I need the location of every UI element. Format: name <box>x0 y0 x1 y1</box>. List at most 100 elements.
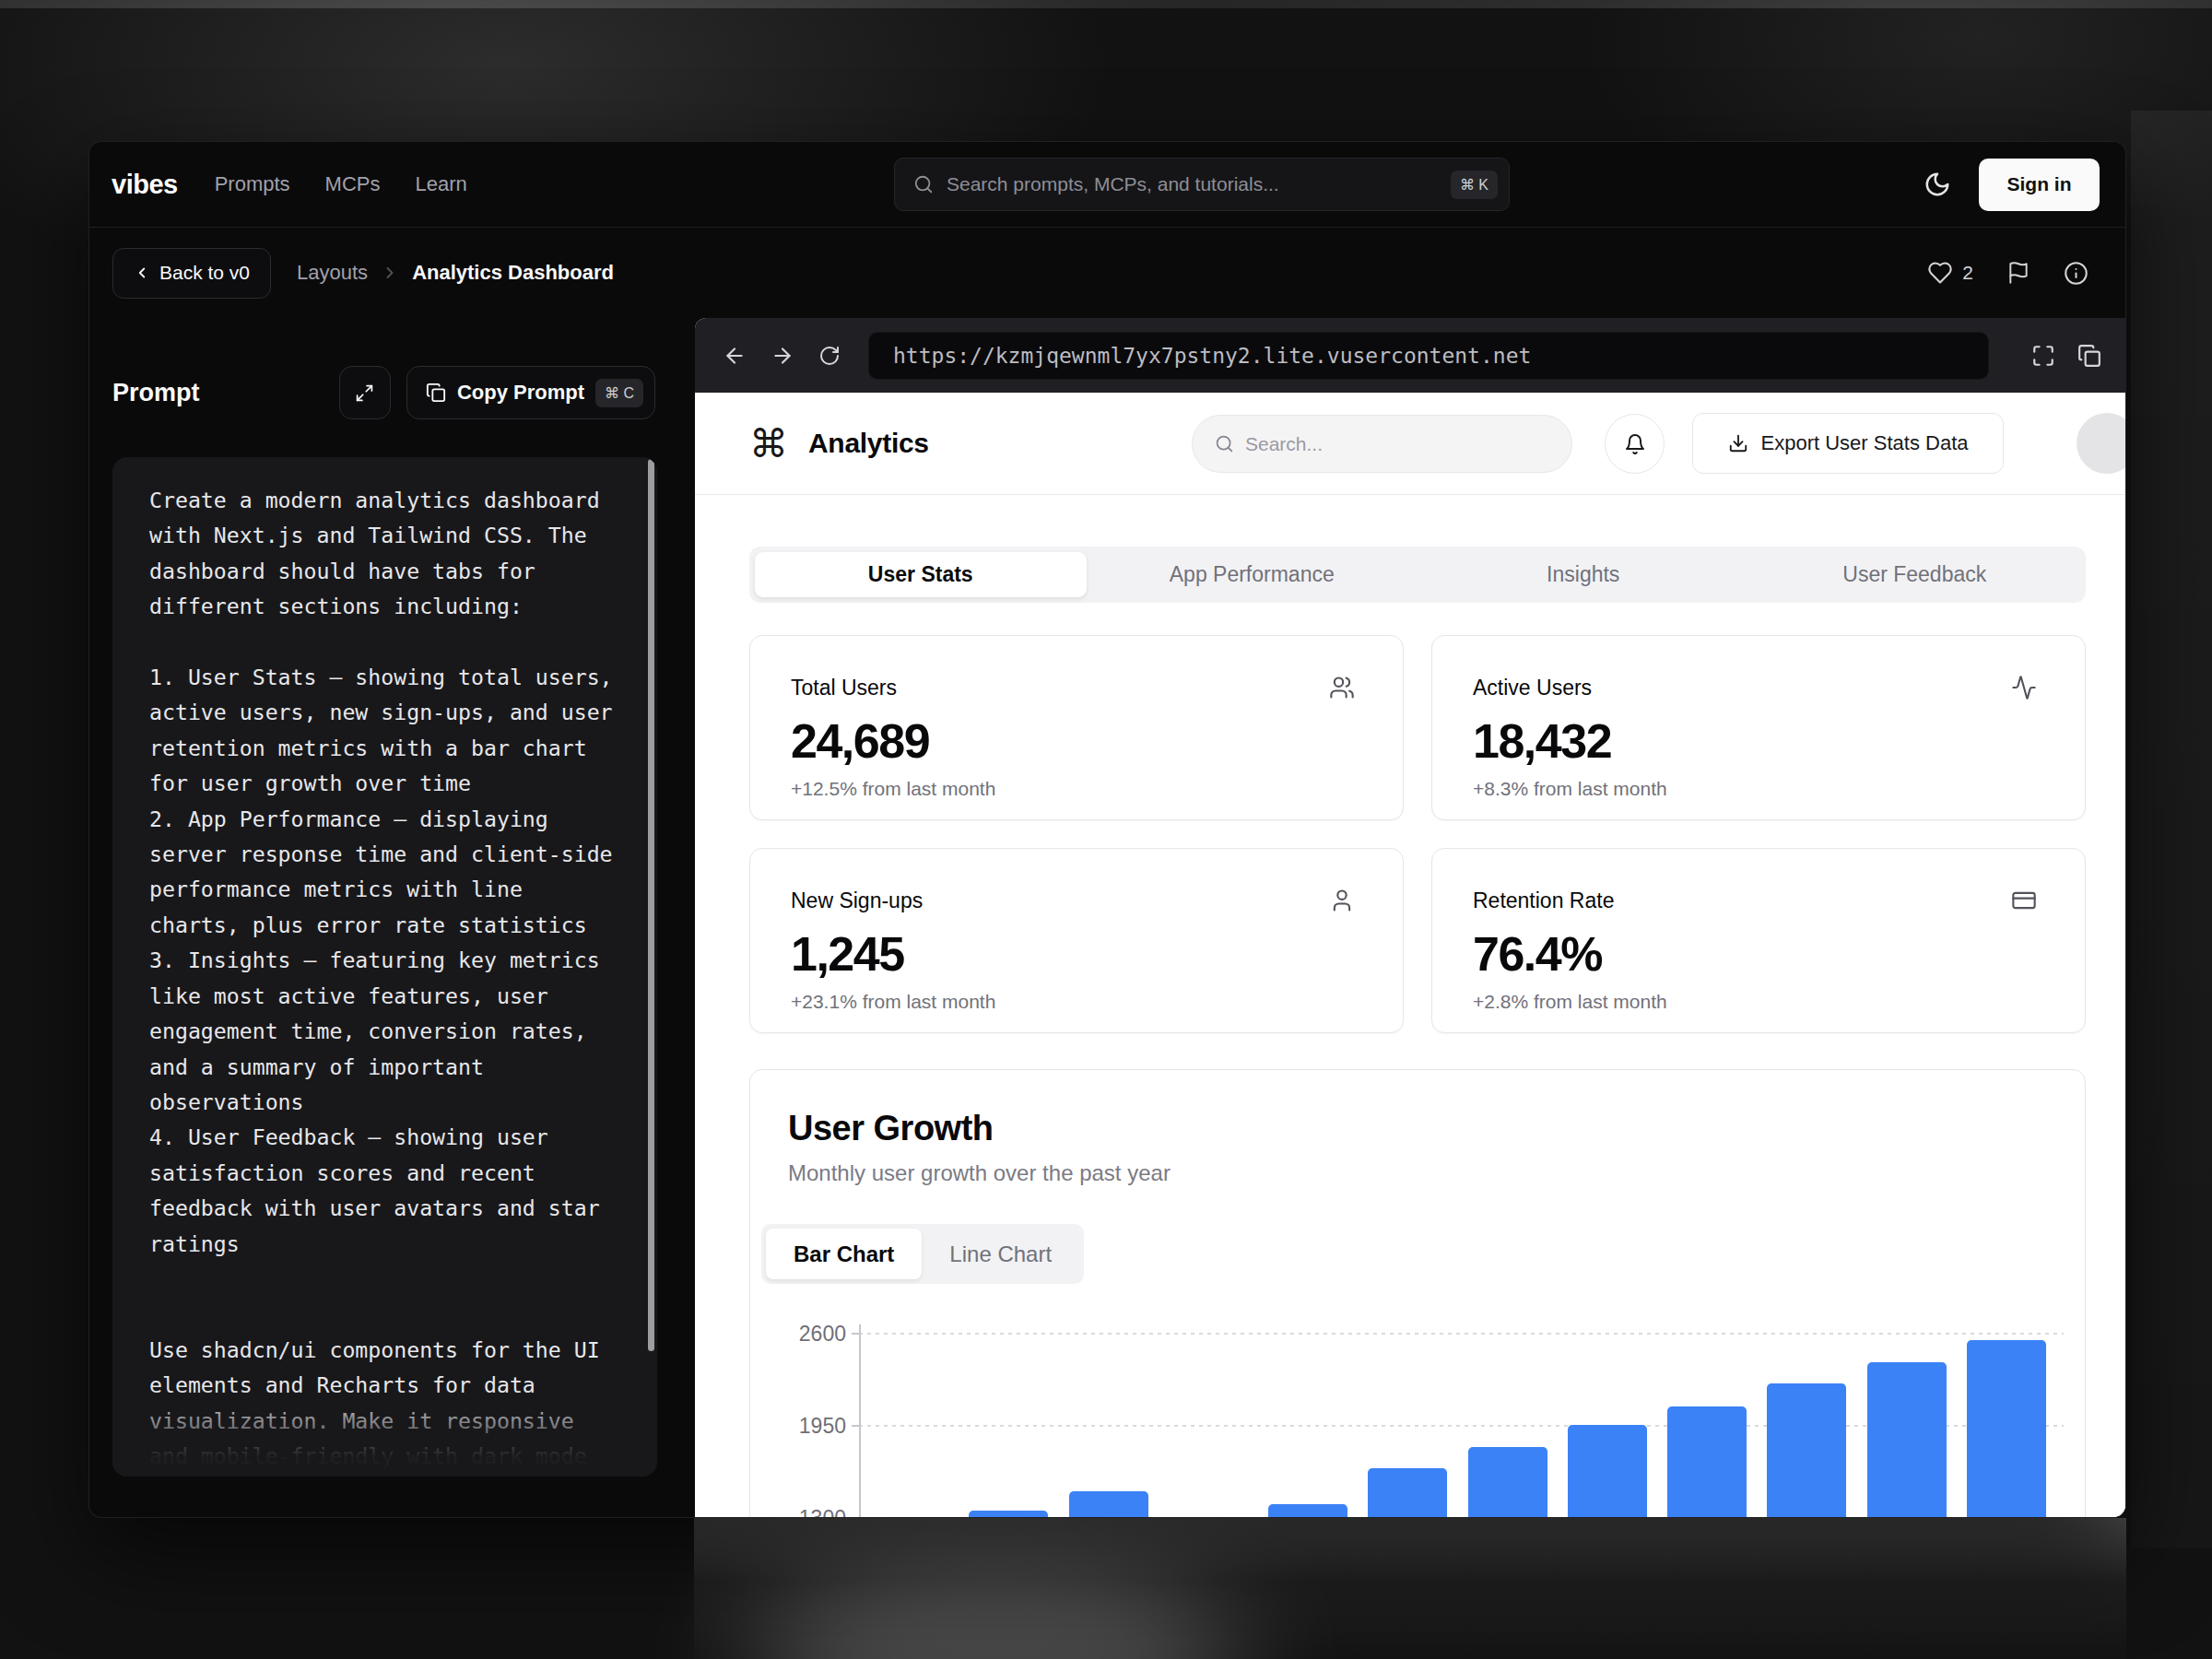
nav-item-mcps[interactable]: MCPs <box>325 172 381 196</box>
nav-menu: Prompts MCPs Learn <box>215 172 467 196</box>
stat-card-new-signups: New Sign-ups 1,245 +23.1% from last mont… <box>749 848 1404 1033</box>
card-delta: +8.3% from last month <box>1473 778 2037 800</box>
card-head: Total Users <box>791 675 1355 700</box>
download-icon <box>1728 433 1748 453</box>
growth-title: User Growth <box>788 1109 994 1148</box>
search-shortcut-badge: ⌘ K <box>1451 171 1498 199</box>
duplicate-icon[interactable] <box>2077 344 2101 368</box>
theme-toggle-moon-icon[interactable] <box>1924 171 1951 198</box>
toolbar: Back to v0 Layouts Analytics Dashboard 2 <box>89 228 2125 318</box>
browser-back-icon[interactable] <box>723 344 747 368</box>
dashboard-tabs: User Stats App Performance Insights User… <box>749 547 2086 603</box>
stat-cards: Total Users 24,689 +12.5% from last mont… <box>749 635 2086 1033</box>
card-title: New Sign-ups <box>791 888 923 913</box>
browser-chrome: https://kzmjqewnml7yx7pstny2.lite.vuserc… <box>695 318 2125 393</box>
toggle-bar-chart[interactable]: Bar Chart <box>766 1229 922 1279</box>
url-bar[interactable]: https://kzmjqewnml7yx7pstny2.lite.vuserc… <box>868 332 1989 380</box>
dashboard-body: User Stats App Performance Insights User… <box>695 495 2125 1518</box>
sign-in-button[interactable]: Sign in <box>1979 159 2100 211</box>
main-columns: Prompt Copy Prompt ⌘ C Create a modern a… <box>89 318 2125 1518</box>
axis-tick <box>852 1333 859 1335</box>
export-button[interactable]: Export User Stats Data <box>1692 413 2004 474</box>
dashboard-brand: Analytics <box>808 428 929 459</box>
y-axis-label: 2600 <box>772 1322 846 1347</box>
breadcrumb: Layouts Analytics Dashboard <box>297 261 614 285</box>
prompt-panel: Prompt Copy Prompt ⌘ C Create a modern a… <box>89 318 695 1518</box>
tab-label: User Feedback <box>1842 562 1986 587</box>
tab-user-stats[interactable]: User Stats <box>755 552 1087 597</box>
tab-user-feedback[interactable]: User Feedback <box>1749 552 2081 597</box>
prompt-scrollbar[interactable] <box>648 459 654 1351</box>
info-icon[interactable] <box>2064 261 2088 286</box>
copy-prompt-button[interactable]: Copy Prompt ⌘ C <box>406 366 655 419</box>
activity-icon <box>2011 675 2037 700</box>
browser-forward-icon[interactable] <box>771 344 794 368</box>
heart-icon <box>1927 260 1953 286</box>
y-axis-label: 1300 <box>772 1506 846 1519</box>
users-icon <box>1329 675 1355 700</box>
chevron-right-icon <box>381 264 399 282</box>
stat-card-total-users: Total Users 24,689 +12.5% from last mont… <box>749 635 1404 820</box>
url-text: https://kzmjqewnml7yx7pstny2.lite.vuserc… <box>893 344 1531 368</box>
tab-label: App Performance <box>1170 562 1335 587</box>
bar-May <box>1268 1504 1347 1518</box>
card-value: 1,245 <box>791 926 1355 982</box>
card-delta: +2.8% from last month <box>1473 991 2037 1013</box>
tab-label: Insights <box>1547 562 1619 587</box>
tab-insights[interactable]: Insights <box>1418 552 1749 597</box>
bar-Nov <box>1867 1362 1947 1518</box>
avatar[interactable] <box>2077 413 2125 474</box>
global-search-input[interactable]: Search prompts, MCPs, and tutorials... ⌘… <box>894 158 1510 211</box>
gridline <box>859 1517 2064 1518</box>
tab-app-performance[interactable]: App Performance <box>1087 552 1418 597</box>
card-value: 18,432 <box>1473 713 2037 769</box>
vibes-logo[interactable]: vibes <box>112 170 178 200</box>
bar-Feb <box>969 1511 1048 1518</box>
breadcrumb-layouts[interactable]: Layouts <box>297 261 368 285</box>
axis-tick <box>852 1425 859 1427</box>
prompt-fade <box>112 1389 657 1477</box>
stat-card-retention-rate: Retention Rate 76.4% +2.8% from last mon… <box>1431 848 2086 1033</box>
card-value: 76.4% <box>1473 926 2037 982</box>
chart-type-toggle: Bar Chart Line Chart <box>761 1224 1084 1284</box>
bell-icon <box>1624 433 1646 455</box>
vibes-app-window: vibes Prompts MCPs Learn Search prompts,… <box>88 141 2126 1518</box>
browser-refresh-icon[interactable] <box>818 345 841 367</box>
nav-item-learn[interactable]: Learn <box>415 172 466 196</box>
likes[interactable]: 2 <box>1927 260 1973 286</box>
dashboard-search-input[interactable]: Search... <box>1192 415 1572 473</box>
search-icon <box>1215 434 1234 453</box>
back-to-v0-button[interactable]: Back to v0 <box>112 248 271 299</box>
top-nav: vibes Prompts MCPs Learn Search prompts,… <box>89 142 2125 228</box>
breadcrumb-page-title: Analytics Dashboard <box>412 261 614 285</box>
user-growth-card: User Growth Monthly user growth over the… <box>749 1069 2086 1518</box>
prompt-actions: Copy Prompt ⌘ C <box>339 366 655 419</box>
y-axis-label: 1950 <box>772 1414 846 1439</box>
card-title: Active Users <box>1473 676 1592 700</box>
card-delta: +23.1% from last month <box>791 991 1355 1013</box>
tab-label: User Stats <box>868 562 973 587</box>
stat-card-active-users: Active Users 18,432 +8.3% from last mont… <box>1431 635 2086 820</box>
export-label: Export User Stats Data <box>1761 431 1969 455</box>
bar-Oct <box>1767 1383 1846 1518</box>
background-right-edge <box>2131 111 2212 1548</box>
notifications-button[interactable] <box>1605 414 1665 474</box>
chevron-left-icon <box>134 265 150 281</box>
flag-icon[interactable] <box>2006 261 2030 285</box>
card-title: Retention Rate <box>1473 888 1614 913</box>
y-axis-line <box>859 1324 861 1518</box>
growth-subtitle: Monthly user growth over the past year <box>788 1160 1171 1186</box>
user-icon <box>1329 888 1355 913</box>
bar-Mar <box>1069 1491 1148 1518</box>
fullscreen-icon[interactable] <box>2031 344 2055 368</box>
search-placeholder: Search prompts, MCPs, and tutorials... <box>947 173 1451 195</box>
back-to-v0-label: Back to v0 <box>159 262 250 284</box>
card-delta: +12.5% from last month <box>791 778 1355 800</box>
prompt-textarea[interactable]: Create a modern analytics dashboard with… <box>112 457 657 1477</box>
expand-prompt-button[interactable] <box>339 366 391 419</box>
nav-item-prompts[interactable]: Prompts <box>215 172 290 196</box>
toggle-line-chart[interactable]: Line Chart <box>922 1229 1079 1279</box>
maximize-icon <box>355 383 374 403</box>
bar-Dec <box>1967 1340 2046 1518</box>
copy-prompt-label: Copy Prompt <box>457 381 584 405</box>
